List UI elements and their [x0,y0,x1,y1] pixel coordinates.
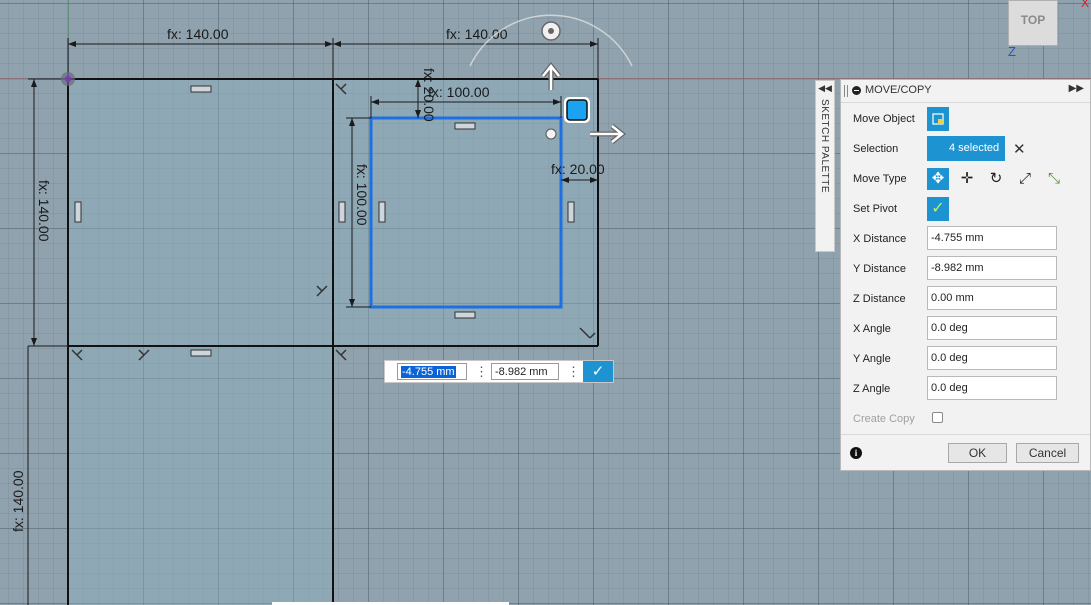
pivot-point[interactable] [545,128,557,140]
profile-region-left[interactable] [68,79,333,605]
expand-dialog-icon[interactable]: ▶▶ [1069,83,1084,94]
move-copy-dialog: MOVE/COPY ▶▶ Move Object Selection 4 sel… [840,79,1091,471]
constraint-horizontal-icon[interactable] [190,85,212,93]
selection-label: Selection [853,143,899,155]
x-distance-field[interactable]: -4.755 mm [927,226,1057,250]
constraint-coincident-icon[interactable] [335,349,347,361]
inline-y-options-icon[interactable]: ⋮ [567,364,580,380]
y-angle-label: Y Angle [853,353,891,365]
inline-move-input: -4.755 mm ⋮ -8.982 mm ⋮ ✓ [384,360,614,383]
rotate-icon[interactable]: ↻ [985,168,1007,190]
y-angle-field[interactable]: 0.0 deg [927,346,1057,370]
constraint-vertical-icon[interactable] [378,201,386,223]
y-distance-label: Y Distance [853,263,906,275]
set-pivot-label: Set Pivot [853,203,898,215]
drag-grip-icon[interactable] [844,85,848,97]
info-icon[interactable]: i [850,447,862,459]
constraint-horizontal-icon[interactable] [454,311,476,319]
set-pivot-button[interactable]: ✓ [927,197,949,221]
dialog-header[interactable]: MOVE/COPY ▶▶ [841,80,1090,103]
dialog-divider [841,434,1090,435]
inline-x-distance-input[interactable]: -4.755 mm [397,363,467,380]
z-angle-label: Z Angle [853,383,891,395]
view-cube[interactable]: TOP [1008,0,1058,46]
move-type-label: Move Type [853,173,907,185]
cancel-button[interactable]: Cancel [1016,443,1079,463]
inline-x-options-icon[interactable]: ⋮ [475,364,488,380]
dim-left-top[interactable]: fx: 140.00 [36,180,52,242]
dim-inner-height[interactable]: fx: 100.00 [354,164,370,226]
point-to-position-icon[interactable]: ⤡ [1043,168,1065,190]
constraint-horizontal-icon[interactable] [454,122,476,130]
checkmark-icon: ✓ [591,363,605,380]
dim-top-left[interactable]: fx: 140.00 [167,26,229,42]
inline-ok-button[interactable]: ✓ [583,361,613,382]
constraint-horizontal-icon[interactable] [190,349,212,357]
dialog-title: MOVE/COPY [865,84,932,96]
x-axis-label: X [1081,0,1090,10]
checkmark-icon: ✓ [931,200,945,217]
x-angle-label: X Angle [853,323,891,335]
z-distance-label: Z Distance [853,293,906,305]
move-object-label: Move Object [853,113,915,125]
z-distance-field[interactable]: 0.00 mm [927,286,1057,310]
dim-left-bottom[interactable]: fx: 140.00 [10,470,26,532]
z-axis-label: Z [1008,44,1016,59]
inline-y-distance-input[interactable]: -8.982 mm [491,363,559,380]
constraint-vertical-icon[interactable] [567,201,575,223]
selection-button[interactable]: 4 selected [927,136,1005,161]
collapse-left-icon[interactable]: ◀◀ [816,83,834,94]
translate-icon[interactable]: ✛ [956,168,978,190]
clear-selection-icon[interactable]: ✕ [1013,140,1026,158]
move-object-button[interactable] [927,107,949,131]
create-copy-checkbox[interactable] [932,412,943,423]
dim-offset-right[interactable]: fx: 20.00 [551,161,605,177]
y-distance-field[interactable]: -8.982 mm [927,256,1057,280]
x-angle-field[interactable]: 0.0 deg [927,316,1057,340]
x-distance-label: X Distance [853,233,907,245]
sketch-palette-tab[interactable]: ◀◀ SKETCH PALETTE [815,80,835,252]
dim-offset-top[interactable]: fx: 20.00 [421,68,437,122]
view-cube-face: TOP [1020,13,1046,27]
collapse-dialog-icon[interactable] [852,86,861,95]
ok-button[interactable]: OK [948,443,1007,463]
dim-top-right[interactable]: fx: 140.00 [446,26,508,42]
point-to-point-icon[interactable]: ⤢ [1014,168,1036,190]
create-copy-label: Create Copy [853,413,915,425]
z-angle-field[interactable]: 0.0 deg [927,376,1057,400]
constraint-vertical-icon[interactable] [338,201,346,223]
constraint-vertical-icon[interactable] [74,201,82,223]
sketch-object-icon [932,113,944,125]
free-move-icon[interactable]: ✥ [927,168,949,190]
sketch-palette-label: SKETCH PALETTE [819,99,830,194]
